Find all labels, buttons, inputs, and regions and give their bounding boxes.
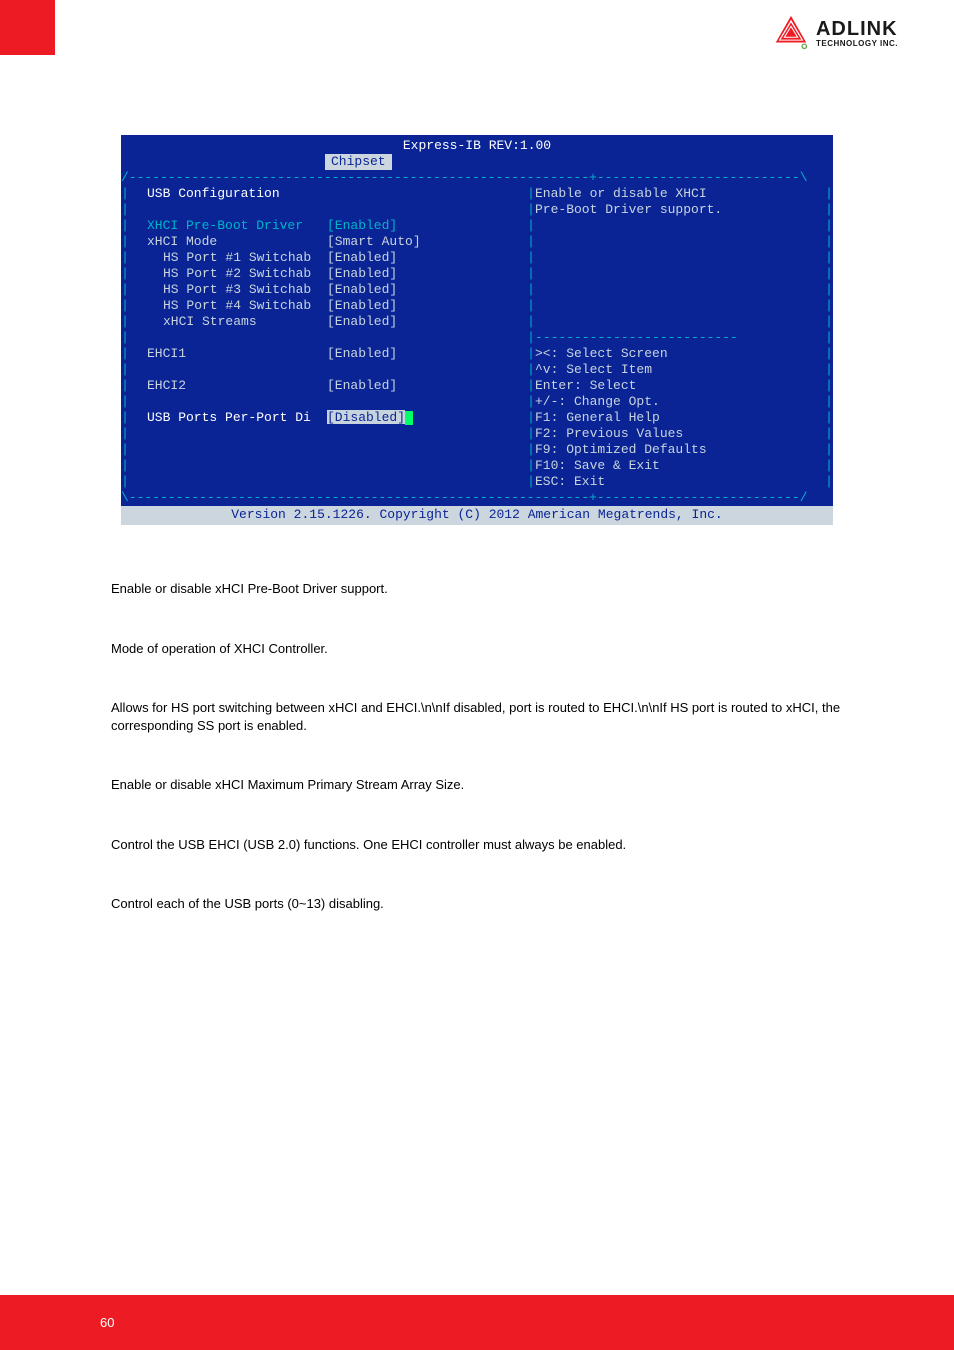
setting-xhci-mode-value[interactable]: [Smart Auto] — [327, 234, 527, 250]
brand-name: ADLINK — [816, 19, 898, 39]
logo-mark-icon — [772, 14, 810, 52]
paragraph-2: Allows for HS port switching between xHC… — [111, 699, 851, 734]
brand-logo: ADLINK TECHNOLOGY INC. — [772, 14, 898, 52]
setting-hs3-value[interactable]: [Enabled] — [327, 282, 527, 298]
key-help-7: F10: Save & Exit — [535, 458, 660, 474]
document-body: Enable or disable xHCI Pre-Boot Driver s… — [111, 580, 851, 955]
setting-xhci-mode[interactable]: xHCI Mode — [129, 234, 327, 250]
key-help-4: F1: General Help — [535, 410, 660, 426]
setting-hs1[interactable]: HS Port #1 Switchab — [129, 250, 327, 266]
help-text-line2: Pre-Boot Driver support. — [535, 202, 722, 218]
bios-tab-bar: Chipset — [121, 154, 833, 170]
setting-ehci1-value[interactable]: [Enabled] — [327, 346, 527, 362]
key-help-8: ESC: Exit — [535, 474, 605, 490]
setting-hs2-value[interactable]: [Enabled] — [327, 266, 527, 282]
bios-title: Express-IB REV:1.00 — [121, 135, 833, 154]
setting-xhci-preboot[interactable]: XHCI Pre-Boot Driver — [129, 218, 327, 234]
paragraph-5: Control each of the USB ports (0~13) dis… — [111, 895, 851, 913]
setting-hs3[interactable]: HS Port #3 Switchab — [129, 282, 327, 298]
section-heading: USB Configuration — [129, 186, 327, 202]
setting-usb-per-port[interactable]: USB Ports Per-Port Di — [129, 410, 327, 426]
box-border-bottom: \---------------------------------------… — [121, 490, 833, 506]
tab-chipset[interactable]: Chipset — [325, 154, 392, 170]
setting-hs4-value[interactable]: [Enabled] — [327, 298, 527, 314]
setting-hs2[interactable]: HS Port #2 Switchab — [129, 266, 327, 282]
key-help-3: +/-: Change Opt. — [535, 394, 660, 410]
page-footer: 60 — [0, 1295, 954, 1350]
box-border-top: /---------------------------------------… — [121, 170, 833, 186]
key-help-2: Enter: Select — [535, 378, 636, 394]
setting-usb-per-port-value[interactable]: [Disabled] — [327, 410, 527, 426]
setting-hs4[interactable]: HS Port #4 Switchab — [129, 298, 327, 314]
bios-screenshot: Express-IB REV:1.00 Chipset /-----------… — [121, 135, 833, 525]
setting-ehci2-value[interactable]: [Enabled] — [327, 378, 527, 394]
page-number: 60 — [100, 1315, 114, 1330]
help-text-line1: Enable or disable XHCI — [535, 186, 707, 202]
setting-xhci-streams-value[interactable]: [Enabled] — [327, 314, 527, 330]
key-help-1: ^v: Select Item — [535, 362, 652, 378]
setting-ehci2[interactable]: EHCI2 — [129, 378, 327, 394]
setting-xhci-streams[interactable]: xHCI Streams — [129, 314, 327, 330]
paragraph-4: Control the USB EHCI (USB 2.0) functions… — [111, 836, 851, 854]
paragraph-3: Enable or disable xHCI Maximum Primary S… — [111, 776, 851, 794]
key-help-5: F2: Previous Values — [535, 426, 683, 442]
bios-footer: Version 2.15.1226. Copyright (C) 2012 Am… — [121, 506, 833, 525]
key-help-6: F9: Optimized Defaults — [535, 442, 707, 458]
cursor-icon — [405, 411, 413, 425]
setting-hs1-value[interactable]: [Enabled] — [327, 250, 527, 266]
key-help-0: ><: Select Screen — [535, 346, 668, 362]
paragraph-0: Enable or disable xHCI Pre-Boot Driver s… — [111, 580, 851, 598]
paragraph-1: Mode of operation of XHCI Controller. — [111, 640, 851, 658]
logo-text: ADLINK TECHNOLOGY INC. — [816, 19, 898, 48]
setting-xhci-preboot-value[interactable]: [Enabled] — [327, 218, 527, 234]
brand-tagline: TECHNOLOGY INC. — [816, 40, 898, 48]
corner-decoration — [0, 0, 55, 55]
setting-ehci1[interactable]: EHCI1 — [129, 346, 327, 362]
